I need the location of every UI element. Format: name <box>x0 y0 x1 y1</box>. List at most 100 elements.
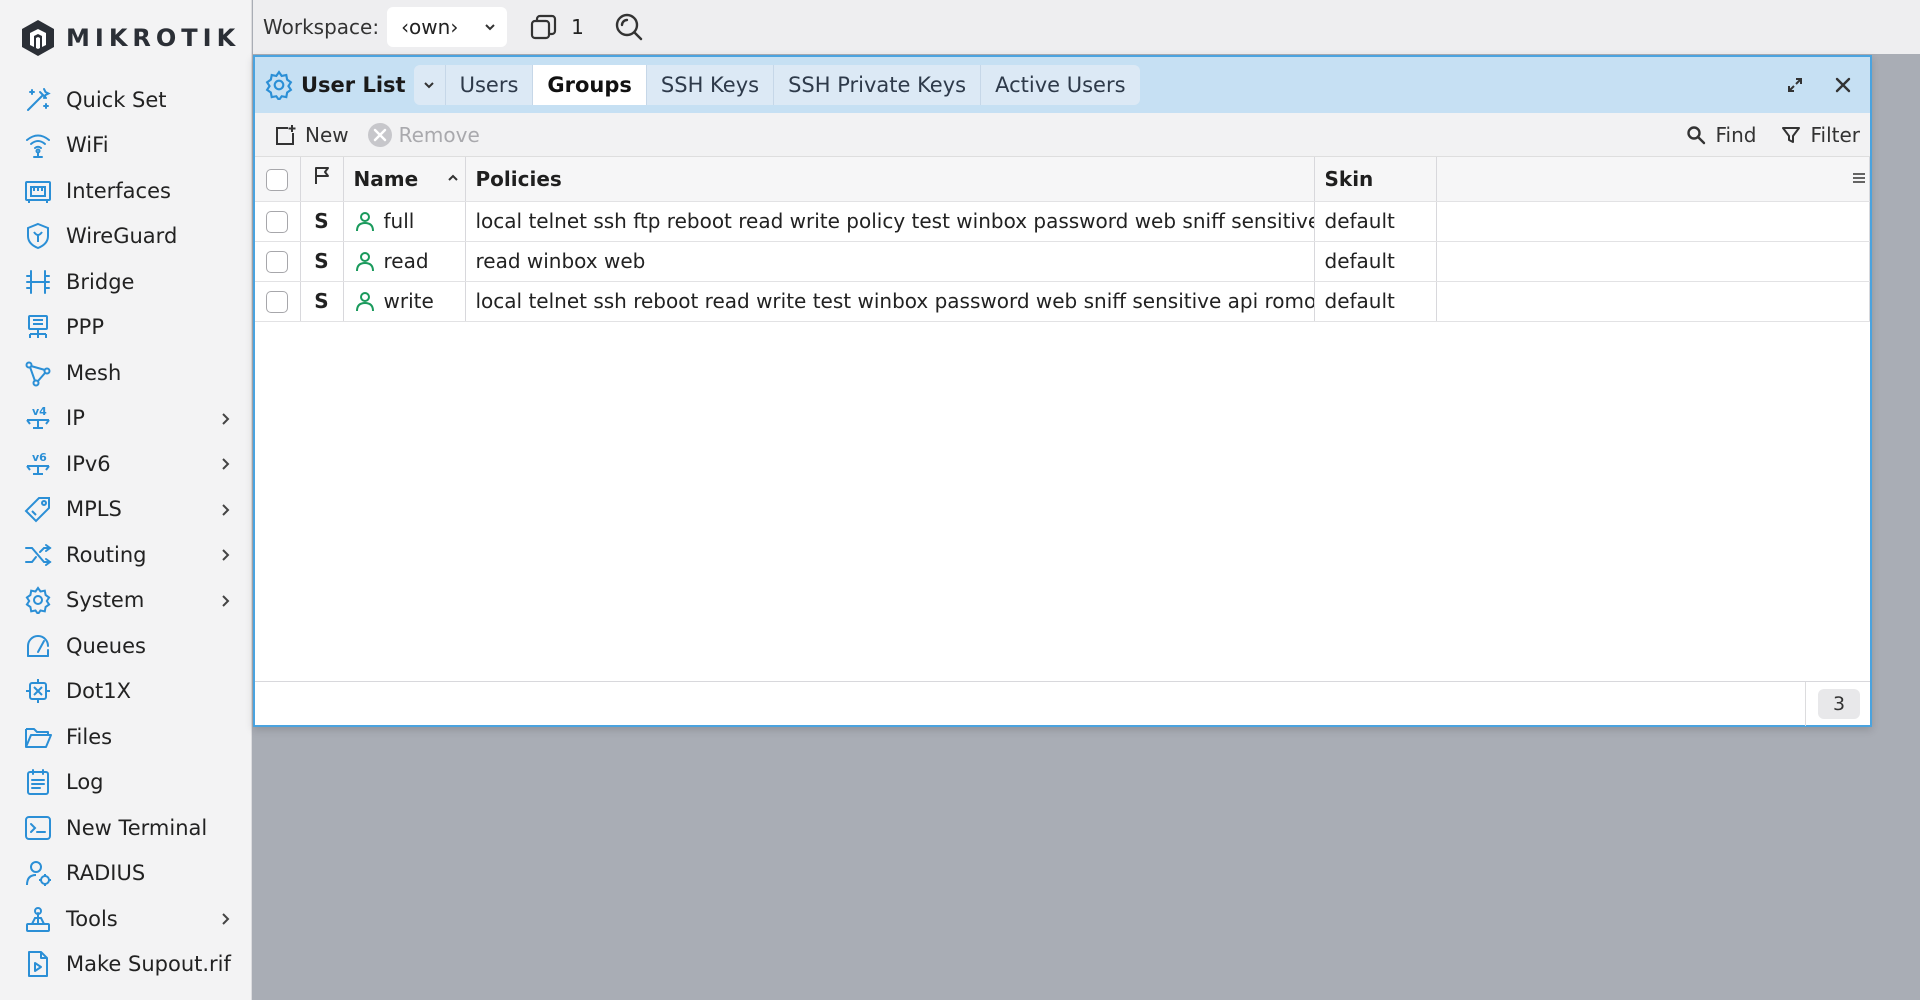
magic-wand-icon <box>22 84 54 116</box>
table-row[interactable]: S write local telnet ssh reboot read wri… <box>255 281 1870 322</box>
row-checkbox[interactable] <box>266 251 289 274</box>
tab-active-users[interactable]: Active Users <box>981 65 1139 105</box>
sidebar-item-make-supout[interactable]: Make Supout.rif <box>0 942 252 988</box>
sidebar-item-routing[interactable]: Routing <box>0 532 252 578</box>
sidebar-item-queues[interactable]: Queues <box>0 623 252 669</box>
user-icon <box>355 252 374 272</box>
sidebar-item-log[interactable]: Log <box>0 760 252 806</box>
workspace-bar: Workspace: ‹own› 1 <box>253 0 1920 54</box>
bridge-icon <box>22 266 54 298</box>
sidebar: MIKROTIK Quick Set WiFi Interfaces WireG… <box>0 0 252 1000</box>
row-count-badge: 3 <box>1818 689 1860 719</box>
sidebar-nav: Quick Set WiFi Interfaces WireGuard Brid… <box>0 77 252 987</box>
sidebar-item-system[interactable]: System <box>0 578 252 624</box>
tab-ssh-private-keys[interactable]: SSH Private Keys <box>774 65 982 105</box>
window-title: User List <box>301 73 406 97</box>
mpls-tag-icon <box>22 493 54 525</box>
search-icon[interactable] <box>612 10 646 44</box>
sidebar-item-ip[interactable]: v4 IP <box>0 396 252 442</box>
group-name: full <box>383 209 415 233</box>
group-name: write <box>383 289 434 313</box>
skin-column-header[interactable]: Skin <box>1314 157 1437 202</box>
group-skin: default <box>1314 201 1437 242</box>
system-gear-icon <box>22 584 54 616</box>
close-button[interactable] <box>1826 69 1860 101</box>
user-icon <box>355 292 374 312</box>
user-list-window: User List Users Groups SSH Keys SSH Priv… <box>253 55 1872 727</box>
ppp-icon <box>22 311 54 343</box>
table-row[interactable]: S read read winbox web default <box>255 241 1870 282</box>
hamburger-menu-icon <box>1853 172 1865 183</box>
sidebar-item-tools[interactable]: Tools <box>0 896 252 942</box>
remove-button[interactable]: Remove <box>367 122 480 148</box>
gear-icon <box>263 69 295 101</box>
tab-users[interactable]: Users <box>446 65 534 105</box>
mikrotik-logo[interactable]: MIKROTIK <box>20 18 240 58</box>
sidebar-item-dot1x[interactable]: Dot1X <box>0 669 252 715</box>
flag-icon <box>314 167 329 185</box>
sidebar-item-quick-set[interactable]: Quick Set <box>0 77 252 123</box>
column-menu-header[interactable] <box>1436 157 1870 202</box>
wifi-icon <box>22 129 54 161</box>
policies-column-header[interactable]: Policies <box>465 157 1315 202</box>
sidebar-item-mesh[interactable]: Mesh <box>0 350 252 396</box>
tab-bar: Users Groups SSH Keys SSH Private Keys A… <box>413 65 1140 105</box>
mikrotik-logo-icon <box>22 20 54 56</box>
sidebar-item-ipv6[interactable]: v6 IPv6 <box>0 441 252 487</box>
queues-gauge-icon <box>22 630 54 662</box>
new-label: New <box>305 122 349 147</box>
dot1x-icon <box>22 675 54 707</box>
sidebar-item-bridge[interactable]: Bridge <box>0 259 252 305</box>
svg-text:v6: v6 <box>32 451 47 464</box>
sort-ascending-icon <box>447 174 458 181</box>
svg-text:v4: v4 <box>32 405 47 418</box>
workspace-label: Workspace: <box>263 15 380 39</box>
windows-icon[interactable] <box>527 10 561 44</box>
chevron-right-icon <box>222 913 230 925</box>
chevron-down-icon <box>424 82 434 89</box>
table-row[interactable]: S full local telnet ssh ftp reboot read … <box>255 201 1870 242</box>
row-checkbox[interactable] <box>266 211 289 234</box>
chevron-right-icon <box>222 549 230 561</box>
sidebar-item-wireguard[interactable]: WireGuard <box>0 214 252 260</box>
sidebar-item-interfaces[interactable]: Interfaces <box>0 168 252 214</box>
remove-label: Remove <box>398 122 480 147</box>
chevron-right-icon <box>222 503 230 516</box>
row-flag: S <box>300 201 344 242</box>
row-flag: S <box>300 241 344 282</box>
radius-icon <box>22 857 54 889</box>
window-titlebar[interactable]: User List Users Groups SSH Keys SSH Priv… <box>255 57 1870 113</box>
window-toolbar: New Remove Find Filter <box>255 113 1870 157</box>
window-footer: 3 <box>255 681 1870 726</box>
select-all-checkbox[interactable] <box>266 169 289 191</box>
select-all-header <box>255 157 301 202</box>
sidebar-item-new-terminal[interactable]: New Terminal <box>0 805 252 851</box>
new-button[interactable]: New <box>273 122 349 148</box>
sidebar-item-radius[interactable]: RADIUS <box>0 851 252 897</box>
row-flag: S <box>300 281 344 322</box>
remove-icon <box>367 122 393 148</box>
tab-ssh-keys[interactable]: SSH Keys <box>647 65 775 105</box>
row-checkbox[interactable] <box>266 291 289 314</box>
brand-name: MIKROTIK <box>66 24 241 52</box>
sidebar-item-files[interactable]: Files <box>0 714 252 760</box>
filter-button[interactable]: Filter <box>1778 122 1860 148</box>
filter-label: Filter <box>1810 123 1860 147</box>
maximize-button[interactable] <box>1778 69 1812 101</box>
tab-menu-button[interactable] <box>414 65 446 105</box>
close-icon <box>1835 77 1851 93</box>
search-icon <box>1683 122 1709 148</box>
tab-groups[interactable]: Groups <box>533 65 647 105</box>
group-skin: default <box>1314 281 1437 322</box>
ipv4-icon: v4 <box>22 402 54 434</box>
sidebar-item-mpls[interactable]: MPLS <box>0 487 252 533</box>
find-button[interactable]: Find <box>1683 122 1756 148</box>
footer-divider <box>1805 682 1806 726</box>
log-icon <box>22 766 54 798</box>
group-policies: local telnet ssh ftp reboot read write p… <box>465 201 1315 242</box>
name-column-header[interactable]: Name <box>343 157 466 202</box>
sidebar-item-ppp[interactable]: PPP <box>0 305 252 351</box>
workspace-select[interactable]: ‹own› <box>387 7 508 47</box>
flag-column-header[interactable] <box>300 157 344 202</box>
sidebar-item-wifi[interactable]: WiFi <box>0 123 252 169</box>
